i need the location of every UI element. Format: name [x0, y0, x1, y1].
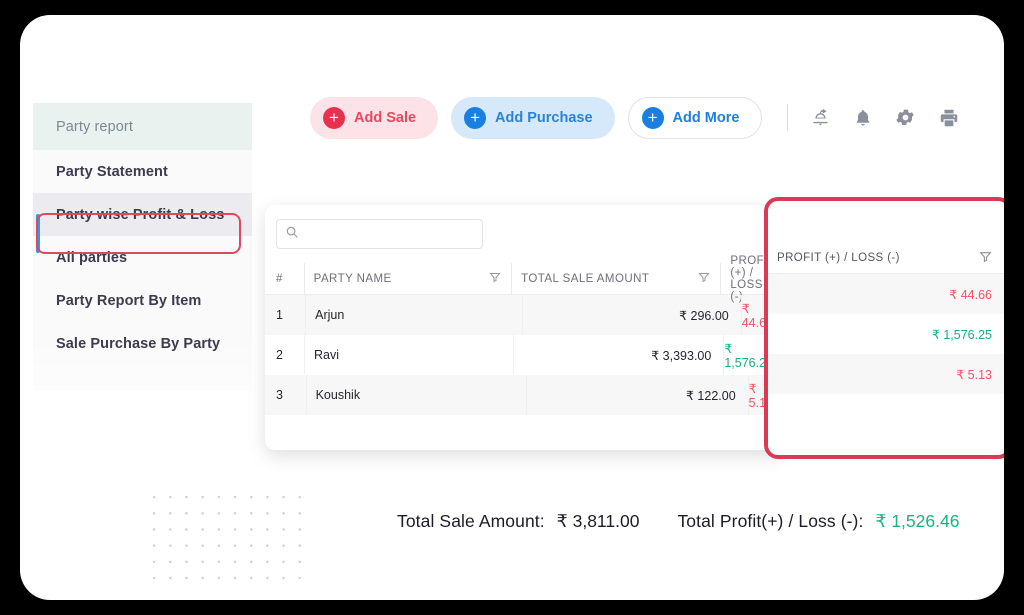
add-more-button[interactable]: + Add More: [627, 96, 763, 139]
cell-number: 3: [276, 388, 283, 402]
table-header-row: # PARTY NAME TOTAL SALE AMOUNT PROFIT (+…: [265, 255, 785, 303]
cell-party-name: Koushik: [305, 375, 526, 415]
highlight-cell-profit-loss: ₹ 5.13: [768, 354, 1004, 394]
cell-total-sale-amount: ₹ 122.00: [525, 375, 748, 415]
search-box[interactable]: [276, 219, 483, 249]
profit-loss-header: PROFIT (+) / LOSS (-): [768, 242, 1004, 274]
toolbar-icon-group: [810, 107, 960, 129]
total-sale-amount-value: ₹ 3,811.00: [556, 511, 640, 531]
sidebar: Party report Party Statement Party wise …: [33, 103, 252, 391]
app-window: Party report Party Statement Party wise …: [20, 15, 1004, 600]
cell-party-name: Ravi: [303, 335, 513, 375]
sidebar-item-all-parties[interactable]: All parties: [33, 236, 252, 279]
add-more-label: Add More: [672, 109, 740, 126]
share-export-icon[interactable]: [810, 107, 831, 128]
toolbar-divider: [787, 104, 789, 131]
column-header-party-name: PARTY NAME: [303, 262, 511, 295]
highlight-cell-profit-loss: ₹ 1,576.25: [931, 327, 992, 342]
plus-circle-icon: +: [464, 106, 487, 129]
column-header-total-sale-amount-label: TOTAL SALE AMOUNT: [521, 272, 650, 285]
search-input[interactable]: [305, 227, 474, 241]
add-purchase-button[interactable]: + Add Purchase: [451, 96, 615, 139]
filter-icon[interactable]: [979, 250, 992, 266]
sidebar-header-label: Party report: [56, 118, 133, 135]
highlight-panel-footer-space: [768, 394, 1004, 434]
sidebar-item-party-report-by-item[interactable]: Party Report By Item: [33, 279, 252, 322]
sidebar-item-party-wise-profit-loss[interactable]: Party wise Profit & Loss: [33, 193, 252, 236]
sidebar-item-label: Party Report By Item: [56, 292, 202, 309]
gear-icon[interactable]: [895, 107, 916, 128]
filter-icon[interactable]: [489, 271, 501, 286]
printer-icon[interactable]: [938, 107, 960, 129]
totals-bar: Total Sale Amount: ₹ 3,811.00 Total Prof…: [397, 511, 959, 532]
cell-number: 1: [276, 308, 283, 322]
table-row[interactable]: 2 Ravi ₹ 3,393.00 ₹ 1,576.25: [265, 335, 785, 375]
decorative-dot-grid: [146, 489, 302, 581]
total-sale-amount-group: Total Sale Amount: ₹ 3,811.00: [397, 511, 639, 532]
total-profit-loss-group: Total Profit(+) / Loss (-): ₹ 1,526.46: [677, 511, 959, 532]
total-profit-loss-value: ₹ 1,526.46: [875, 511, 960, 531]
report-table-card: # PARTY NAME TOTAL SALE AMOUNT PROFIT (+…: [265, 205, 785, 450]
cell-total-sale-amount: ₹ 3,393.00: [512, 335, 724, 375]
profit-loss-header-area: PROFIT (+) / LOSS (-): [768, 201, 1004, 274]
table-row[interactable]: 3 Koushik ₹ 122.00 ₹ 5.13: [265, 375, 785, 415]
plus-circle-icon: +: [641, 106, 664, 129]
add-sale-label: Add Sale: [354, 109, 417, 126]
add-sale-button[interactable]: + Add Sale: [310, 96, 439, 139]
table-search-area: [265, 205, 785, 263]
column-header-party-name-label: PARTY NAME: [313, 272, 392, 285]
sidebar-item-label: Sale Purchase By Party: [56, 335, 221, 352]
sidebar-header: Party report: [33, 103, 252, 150]
cell-number: 2: [276, 348, 283, 362]
plus-circle-icon: +: [323, 106, 345, 129]
column-header-number: #: [276, 272, 283, 285]
column-header-total-sale-amount: TOTAL SALE AMOUNT: [511, 262, 720, 295]
cell-party-name: Arjun: [305, 295, 522, 335]
search-icon: [285, 225, 299, 244]
sidebar-item-sale-purchase-by-party[interactable]: Sale Purchase By Party: [33, 322, 252, 365]
profit-loss-header-label: PROFIT (+) / LOSS (-): [777, 251, 900, 264]
cell-total-sale-amount: ₹ 296.00: [521, 295, 741, 335]
highlight-cell-profit-loss: ₹ 44.66: [768, 274, 1004, 314]
screenshot-root: Party report Party Statement Party wise …: [0, 0, 1024, 615]
profit-loss-column-highlight: PROFIT (+) / LOSS (-) ₹ 44.66 ₹ 1,576.25…: [764, 197, 1004, 459]
sidebar-item-label: All parties: [56, 249, 128, 266]
total-sale-amount-label: Total Sale Amount:: [397, 511, 545, 531]
table-row[interactable]: 1 Arjun ₹ 296.00 ₹ 44.66: [265, 295, 785, 335]
bell-icon[interactable]: [853, 108, 873, 128]
sidebar-item-label: Party Statement: [56, 163, 168, 180]
sidebar-item-party-statement[interactable]: Party Statement: [33, 150, 252, 193]
selected-item-accent-bar: [36, 214, 40, 253]
total-profit-loss-label: Total Profit(+) / Loss (-):: [677, 511, 864, 531]
sidebar-item-label: Party wise Profit & Loss: [56, 206, 225, 223]
filter-icon[interactable]: [698, 271, 710, 286]
add-purchase-label: Add Purchase: [495, 109, 593, 126]
action-toolbar: + Add Sale + Add Purchase + Add More: [310, 95, 960, 140]
